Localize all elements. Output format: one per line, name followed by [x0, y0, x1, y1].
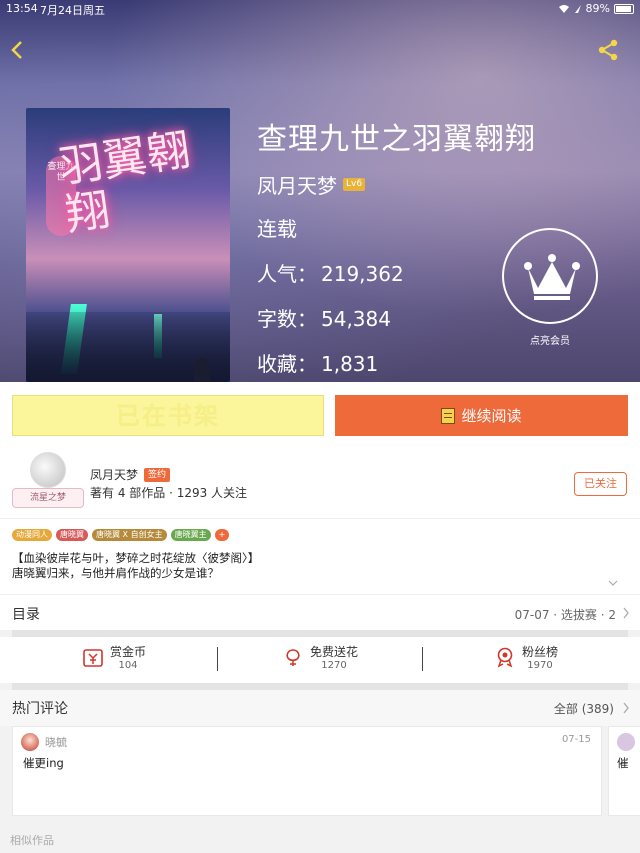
- tag[interactable]: 唐晓翼: [56, 529, 88, 541]
- reward-label: 免费送花: [310, 645, 359, 659]
- divider: [12, 630, 628, 637]
- rewards-bar: 赏金币 104 免费送花 1270 粉丝榜 1970: [0, 637, 640, 683]
- in-bookshelf-button[interactable]: 已在书架: [12, 395, 324, 436]
- reward-value: 1970: [527, 660, 553, 671]
- avatar-frame: 流星之梦: [12, 488, 84, 508]
- divider: [217, 647, 218, 671]
- favorites-value: 1,831: [321, 352, 379, 376]
- medal-icon: [497, 647, 513, 668]
- book-cover[interactable]: 查理九世 羽翼翱翔: [26, 108, 230, 382]
- synopsis-line: 唐晓翼归来，与他并肩作战的少女是谁？: [12, 566, 219, 580]
- favorites-label: 收藏：: [257, 352, 317, 376]
- reward-label: 粉丝榜: [522, 645, 559, 659]
- comment-text: 催: [617, 756, 629, 770]
- action-bar: 已在书架 继续阅读: [0, 382, 640, 442]
- status-time: 13:54: [6, 2, 38, 15]
- book-hero: 13:54 7月24日周五 89% 查理九世 羽翼翱翔 查理九世之羽翼翱翔 凤月…: [0, 0, 640, 382]
- continue-reading-label: 继续阅读: [461, 407, 522, 425]
- signed-badge: 签约: [144, 467, 171, 482]
- author-name[interactable]: 凤月天梦: [257, 170, 337, 199]
- commenter-avatar: [617, 733, 635, 751]
- level-badge: Lv6: [343, 178, 366, 191]
- words-stat: 字数： 54,384: [257, 303, 391, 332]
- popularity-value: 219,362: [321, 262, 404, 286]
- comment-card[interactable]: 催: [608, 726, 640, 816]
- vip-button[interactable]: 点亮会员: [502, 228, 598, 348]
- tag-list: 动漫同人 唐晓翼 唐晓翼 X 自创女主 唐晓翼主 +: [12, 529, 230, 541]
- back-button[interactable]: [4, 36, 32, 64]
- words-label: 字数：: [257, 307, 317, 331]
- reward-text: 免费送花 1270: [310, 643, 358, 671]
- author-avatar[interactable]: [30, 452, 66, 488]
- cover-title-art: 羽翼翱翔: [55, 124, 194, 241]
- share-icon: [598, 39, 618, 61]
- cover-figure: [194, 358, 210, 382]
- crown-icon: [524, 254, 580, 300]
- words-value: 54,384: [321, 307, 391, 331]
- catalog-title: 目录: [12, 607, 40, 623]
- all-comments-link[interactable]: 全部 (389): [554, 700, 614, 717]
- latest-chapter: 07-07 · 选拔赛 · 2: [514, 608, 616, 622]
- share-button[interactable]: [596, 38, 620, 62]
- vip-circle: [502, 228, 598, 324]
- tag-more-button[interactable]: +: [214, 529, 230, 541]
- author-row[interactable]: 凤月天梦 Lv6: [257, 170, 366, 199]
- hot-comments-header: 热门评论 全部 (389): [0, 690, 640, 726]
- author-stats: 著有 4 部作品 · 1293 人关注: [90, 486, 248, 500]
- reward-value: 1270: [321, 660, 347, 671]
- commenter-name: 晓毓: [45, 736, 67, 749]
- flower-icon: [286, 649, 300, 666]
- reward-label: 赏金币: [110, 645, 147, 659]
- divider: [12, 683, 628, 690]
- chevron-down-icon[interactable]: [608, 579, 618, 587]
- status-date: 7月24日周五: [40, 4, 105, 17]
- send-flower-button[interactable]: 免费送花 1270: [282, 643, 358, 671]
- status-bar: 13:54 7月24日周五 89%: [0, 0, 640, 18]
- author-name: 凤月天梦: [90, 468, 139, 482]
- tag[interactable]: 动漫同人: [12, 529, 52, 541]
- status-right: 89%: [558, 2, 634, 15]
- hot-comments-title: 热门评论: [12, 701, 68, 717]
- tag[interactable]: 唐晓翼主: [170, 529, 211, 541]
- comment-card[interactable]: 晓毓 07-15 催更ing: [12, 726, 602, 816]
- author-section: 流星之梦 凤月天梦 签约 著有 4 部作品 · 1293 人关注 已关注: [0, 442, 640, 518]
- tag[interactable]: 唐晓翼 X 自创女主: [92, 529, 167, 541]
- battery-icon: [614, 3, 634, 14]
- wifi-icon: [558, 4, 569, 13]
- similar-works-title: 相似作品: [10, 834, 54, 847]
- coin-icon: [83, 649, 103, 667]
- author-name-row[interactable]: 凤月天梦 签约: [90, 466, 171, 483]
- chevron-right-icon: [623, 702, 629, 714]
- popularity-label: 人气：: [257, 262, 317, 286]
- popularity-stat: 人气： 219,362: [257, 258, 404, 287]
- book-title: 查理九世之羽翼翱翔: [257, 122, 536, 157]
- fan-ranking-button[interactable]: 粉丝榜 1970: [494, 643, 558, 671]
- vip-label: 点亮会员: [530, 336, 570, 347]
- favorites-stat: 收藏： 1,831: [257, 348, 378, 377]
- synopsis-text[interactable]: 【血染彼岸花与叶，梦碎之时花绽放〈彼梦阁〉】 唐晓翼归来，与他并肩作战的少女是谁…: [12, 551, 259, 581]
- commenter-avatar: [21, 733, 39, 751]
- continue-reading-button[interactable]: 继续阅读: [335, 395, 628, 436]
- reward-text: 粉丝榜 1970: [522, 643, 558, 671]
- serial-status: 连载: [257, 217, 297, 241]
- catalog-row[interactable]: 目录 07-07 · 选拔赛 · 2: [0, 594, 640, 630]
- reward-text: 赏金币 104: [110, 643, 146, 671]
- comment-text: 催更ing: [23, 756, 64, 770]
- synopsis-line: 【血染彼岸花与叶，梦碎之时花绽放〈彼梦阁〉】: [12, 551, 260, 565]
- divider: [422, 647, 423, 671]
- comment-date: 07-15: [561, 734, 591, 745]
- chevron-right-icon: [623, 607, 629, 619]
- reward-coin-button[interactable]: 赏金币 104: [82, 643, 146, 671]
- chevron-left-icon: [11, 41, 22, 59]
- reward-value: 104: [118, 660, 138, 671]
- follow-button[interactable]: 已关注: [574, 472, 627, 496]
- battery-percent: 89%: [585, 2, 610, 15]
- book-icon: [441, 407, 456, 424]
- location-icon: [574, 4, 581, 13]
- synopsis-section: 动漫同人 唐晓翼 唐晓翼 X 自创女主 唐晓翼主 + 【血染彼岸花与叶，梦碎之时…: [0, 518, 640, 594]
